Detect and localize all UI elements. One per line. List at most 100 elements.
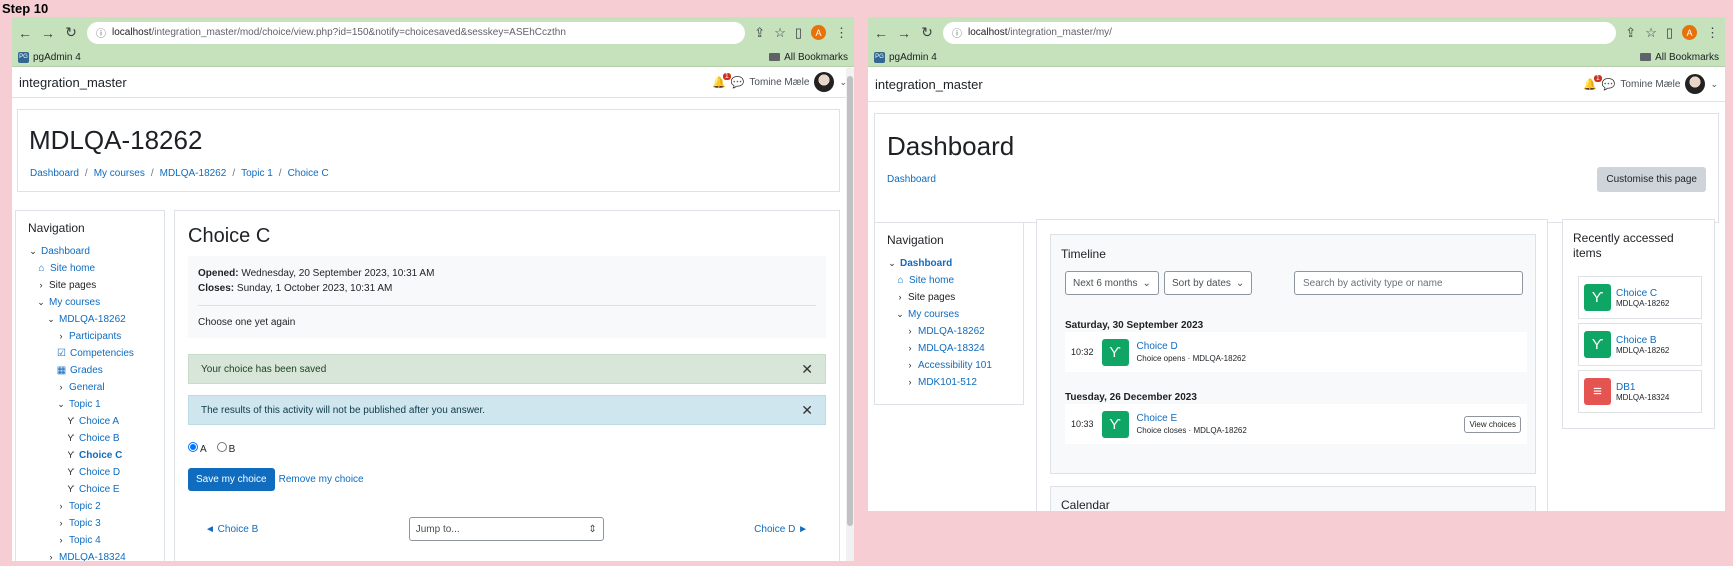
nav-site-pages[interactable]: › Site pages xyxy=(16,277,164,294)
nav-topic-2-label[interactable]: Topic 2 xyxy=(69,498,101,515)
nav-topic-1-label[interactable]: Topic 1 xyxy=(69,396,101,413)
menu-kebab-icon[interactable]: ⋮ xyxy=(835,25,848,41)
nav-course-label[interactable]: MDLQA-18324 xyxy=(918,340,985,357)
nav-choice-c[interactable]: ϒ Choice C xyxy=(16,447,164,464)
next-activity-link[interactable]: Choice D ► xyxy=(754,524,808,535)
timeline-sort-select[interactable]: Sort by dates ⌄ xyxy=(1164,271,1253,295)
recent-item-name[interactable]: Choice C xyxy=(1616,288,1657,299)
event-name-link[interactable]: Choice D xyxy=(1137,341,1178,352)
timeline-range-select[interactable]: Next 6 months ⌄ xyxy=(1065,271,1159,295)
messages-icon[interactable]: 💬 xyxy=(1602,78,1616,91)
nav-participants[interactable]: › Participants xyxy=(16,328,164,345)
nav-my-courses[interactable]: ⌄ My courses xyxy=(16,294,164,311)
messages-icon[interactable]: 💬 xyxy=(731,76,745,89)
customise-page-button[interactable]: Customise this page xyxy=(1597,167,1706,192)
recent-item-name[interactable]: Choice B xyxy=(1616,335,1657,346)
nav-course[interactable]: › MDLQA-18324 xyxy=(875,340,1023,357)
breadcrumb-my-courses[interactable]: My courses xyxy=(94,168,145,179)
nav-site-home-label[interactable]: Site home xyxy=(909,272,954,289)
nav-competencies[interactable]: ☑ Competencies xyxy=(16,345,164,362)
event-name-link[interactable]: Choice E xyxy=(1137,413,1178,424)
nav-dashboard[interactable]: ⌄ Dashboard xyxy=(875,255,1023,272)
site-info-icon[interactable]: ⓘ xyxy=(952,25,962,40)
nav-topic-4[interactable]: › Topic 4 xyxy=(16,532,164,549)
user-avatar[interactable] xyxy=(1685,74,1706,94)
close-icon[interactable]: ✕ xyxy=(801,402,813,419)
nav-choice-c-label[interactable]: Choice C xyxy=(79,447,122,464)
reload-icon[interactable]: ↻ xyxy=(920,24,934,41)
nav-course-label[interactable]: MDLQA-18262 xyxy=(59,311,126,328)
option-b-radio[interactable] xyxy=(216,442,227,452)
nav-choice-e[interactable]: ϒ Choice E xyxy=(16,481,164,498)
option-b[interactable]: B xyxy=(216,442,235,455)
nav-topic-2[interactable]: › Topic 2 xyxy=(16,498,164,515)
nav-choice-d[interactable]: ϒ Choice D xyxy=(16,464,164,481)
nav-site-home[interactable]: ⌂ Site home xyxy=(16,260,164,277)
all-bookmarks[interactable]: All Bookmarks xyxy=(1640,52,1719,63)
nav-choice-d-label[interactable]: Choice D xyxy=(79,464,120,481)
nav-my-courses-label[interactable]: My courses xyxy=(49,294,100,311)
nav-topic-1[interactable]: ⌄ Topic 1 xyxy=(16,396,164,413)
nav-course-label[interactable]: MDLQA-18262 xyxy=(918,323,985,340)
site-name[interactable]: integration_master xyxy=(875,77,983,92)
nav-site-home-label[interactable]: Site home xyxy=(50,260,95,277)
nav-course[interactable]: › Accessibility 101 xyxy=(875,357,1023,374)
nav-grades-label[interactable]: Grades xyxy=(70,362,103,379)
nav-choice-a[interactable]: ϒ Choice A xyxy=(16,413,164,430)
user-name[interactable]: Tomine Mæle xyxy=(749,77,809,88)
back-icon[interactable]: ← xyxy=(874,25,888,41)
address-bar[interactable]: ⓘ localhost/integration_master/mod/choic… xyxy=(87,21,746,44)
breadcrumb-dashboard[interactable]: Dashboard xyxy=(887,174,936,185)
forward-icon[interactable]: → xyxy=(41,25,55,41)
reload-icon[interactable]: ↻ xyxy=(64,24,78,41)
view-choices-button[interactable]: View choices xyxy=(1464,415,1521,433)
remove-choice-link[interactable]: Remove my choice xyxy=(279,474,364,485)
profile-avatar[interactable]: A xyxy=(1682,25,1697,40)
share-icon[interactable]: ⇪ xyxy=(754,25,765,41)
nav-dashboard-label[interactable]: Dashboard xyxy=(900,255,952,272)
profile-avatar[interactable]: A xyxy=(811,25,826,40)
scrollbar[interactable] xyxy=(846,68,854,561)
nav-course-2-label[interactable]: MDLQA-18324 xyxy=(59,549,126,561)
address-bar[interactable]: ⓘ localhost/integration_master/my/ xyxy=(943,21,1617,44)
nav-course[interactable]: › MDLQA-18262 xyxy=(875,323,1023,340)
nav-course[interactable]: › MDK101-512 xyxy=(875,374,1023,391)
site-name[interactable]: integration_master xyxy=(19,75,127,90)
bookmark-star-icon[interactable]: ☆ xyxy=(1645,25,1657,41)
nav-topic-3-label[interactable]: Topic 3 xyxy=(69,515,101,532)
breadcrumb-dashboard[interactable]: Dashboard xyxy=(30,168,79,179)
recent-item[interactable]: ϒ Choice B MDLQA-18262 xyxy=(1578,323,1702,366)
all-bookmarks[interactable]: All Bookmarks xyxy=(769,52,848,63)
recent-item[interactable]: ϒ Choice C MDLQA-18262 xyxy=(1578,276,1702,319)
nav-my-courses[interactable]: ⌄ My courses xyxy=(875,306,1023,323)
nav-topic-3[interactable]: › Topic 3 xyxy=(16,515,164,532)
breadcrumb-activity[interactable]: Choice C xyxy=(288,168,329,179)
prev-activity-link[interactable]: ◄ Choice B xyxy=(205,524,258,535)
breadcrumb-course[interactable]: MDLQA-18262 xyxy=(160,168,227,179)
nav-grades[interactable]: ▦ Grades xyxy=(16,362,164,379)
site-info-icon[interactable]: ⓘ xyxy=(96,25,106,40)
notification-bell-icon[interactable]: 🔔 1 xyxy=(712,72,731,89)
recent-item[interactable]: ≡ DB1 MDLQA-18324 xyxy=(1578,370,1702,413)
nav-choice-b-label[interactable]: Choice B xyxy=(79,430,120,447)
jump-to-select[interactable]: Jump to... ⇕ xyxy=(408,517,604,541)
nav-dashboard-label[interactable]: Dashboard xyxy=(41,243,90,260)
chevron-down-icon[interactable]: ⌄ xyxy=(1710,79,1718,90)
timeline-search-input[interactable]: Search by activity type or name xyxy=(1294,271,1523,295)
nav-general[interactable]: › General xyxy=(16,379,164,396)
nav-site-pages[interactable]: › Site pages xyxy=(875,289,1023,306)
user-avatar[interactable] xyxy=(814,72,835,92)
nav-site-home[interactable]: ⌂ Site home xyxy=(875,272,1023,289)
share-icon[interactable]: ⇪ xyxy=(1625,25,1636,41)
forward-icon[interactable]: → xyxy=(897,25,911,41)
menu-kebab-icon[interactable]: ⋮ xyxy=(1706,25,1719,41)
breadcrumb-topic[interactable]: Topic 1 xyxy=(241,168,273,179)
back-icon[interactable]: ← xyxy=(18,25,32,41)
nav-choice-e-label[interactable]: Choice E xyxy=(79,481,120,498)
close-icon[interactable]: ✕ xyxy=(801,361,813,378)
nav-course-2[interactable]: › MDLQA-18324 xyxy=(16,549,164,561)
nav-my-courses-label[interactable]: My courses xyxy=(908,306,959,323)
nav-course-label[interactable]: MDK101-512 xyxy=(918,374,977,391)
bookmark-star-icon[interactable]: ☆ xyxy=(774,25,786,41)
nav-choice-a-label[interactable]: Choice A xyxy=(79,413,119,430)
